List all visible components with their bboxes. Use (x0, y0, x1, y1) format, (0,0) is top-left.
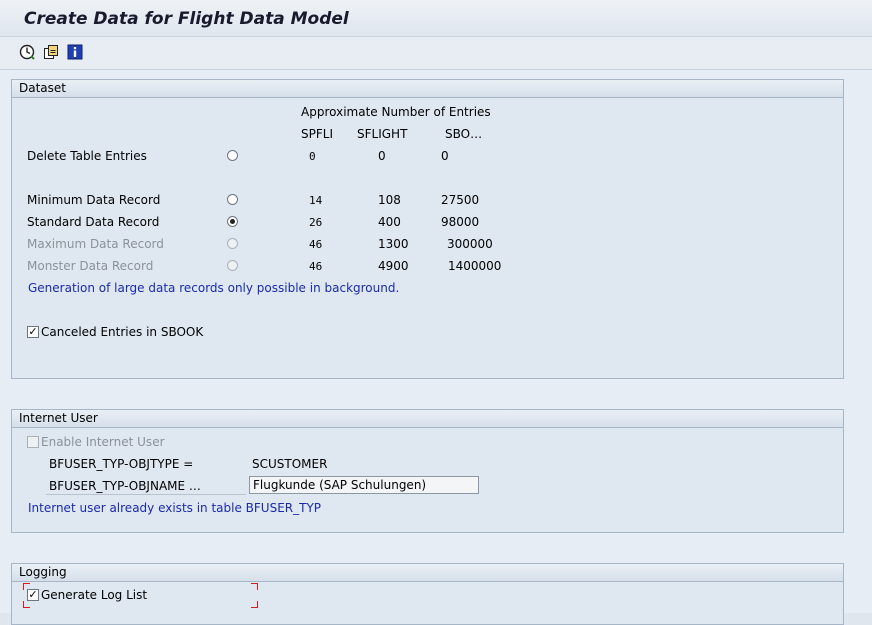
dataset-header: Dataset (12, 80, 843, 98)
objtype-value: SCUSTOMER (252, 457, 328, 471)
page-title: Create Data for Flight Data Model (24, 9, 349, 29)
standard-record-radio[interactable] (227, 216, 238, 227)
minimum-sflight-value: 108 (378, 193, 401, 207)
standard-sbook-value: 98000 (441, 215, 480, 229)
canceled-entries-checkbox[interactable]: ✓ (27, 326, 39, 338)
standard-spfli-value: 26 (309, 216, 323, 229)
objname-underline (46, 494, 246, 495)
monster-sbook-value: 1400000 (448, 259, 502, 273)
enable-internet-user-label: Enable Internet User (41, 435, 165, 449)
info-icon[interactable] (66, 43, 84, 61)
maximum-record-label: Maximum Data Record (27, 237, 164, 251)
delete-sflight-value: 0 (378, 149, 386, 163)
minimum-sbook-value: 27500 (441, 193, 480, 207)
minimum-record-label: Minimum Data Record (27, 193, 161, 207)
delete-spfli-value: 0 (309, 150, 316, 163)
execute-icon[interactable] (18, 43, 36, 61)
monster-record-label: Monster Data Record (27, 259, 154, 273)
variant-icon[interactable] (42, 43, 60, 61)
logging-group: Logging ✓ Generate Log List (11, 563, 844, 625)
logging-header: Logging (12, 564, 843, 582)
focus-corner-br (251, 601, 258, 608)
maximum-spfli-value: 46 (309, 238, 323, 251)
delete-sbook-value: 0 (441, 149, 449, 163)
monster-sflight-value: 4900 (378, 259, 409, 273)
delete-entries-label: Delete Table Entries (27, 149, 147, 163)
dataset-group: Dataset Approximate Number of Entries SP… (11, 79, 844, 379)
objname-label: BFUSER_TYP-OBJNAME … (49, 479, 201, 493)
focus-corner-bl (23, 601, 30, 608)
delete-entries-radio[interactable] (227, 150, 238, 161)
title-bar: Create Data for Flight Data Model (0, 0, 872, 37)
generate-log-checkbox[interactable]: ✓ (27, 589, 39, 601)
objname-field[interactable]: Flugkunde (SAP Schulungen) (249, 476, 479, 494)
col-sflight-header: SFLIGHT (357, 127, 408, 141)
col-spfli-header: SPFLI (301, 127, 333, 141)
internet-user-note: Internet user already exists in table BF… (28, 501, 322, 515)
enable-internet-user-checkbox[interactable] (27, 436, 39, 448)
internet-user-group: Internet User Enable Internet User BFUSE… (11, 409, 844, 533)
monster-spfli-value: 46 (309, 260, 323, 273)
maximum-sbook-value: 300000 (447, 237, 493, 251)
minimum-spfli-value: 14 (309, 194, 323, 207)
minimum-record-radio[interactable] (227, 194, 238, 205)
canceled-entries-label: Canceled Entries in SBOOK (41, 325, 204, 339)
background-note: Generation of large data records only po… (28, 281, 400, 295)
generate-log-label: Generate Log List (41, 588, 148, 602)
internet-user-header: Internet User (12, 410, 843, 428)
maximum-record-radio[interactable] (227, 238, 238, 249)
standard-record-label: Standard Data Record (27, 215, 160, 229)
objtype-label: BFUSER_TYP-OBJTYPE = (49, 457, 194, 471)
standard-sflight-value: 400 (378, 215, 401, 229)
maximum-sflight-value: 1300 (378, 237, 409, 251)
selection-screen: Dataset Approximate Number of Entries SP… (0, 70, 872, 625)
approx-entries-label: Approximate Number of Entries (301, 105, 491, 119)
col-sbook-header: SBO… (445, 127, 483, 141)
application-toolbar (0, 37, 872, 70)
monster-record-radio[interactable] (227, 260, 238, 271)
focus-corner-tr (251, 583, 258, 590)
